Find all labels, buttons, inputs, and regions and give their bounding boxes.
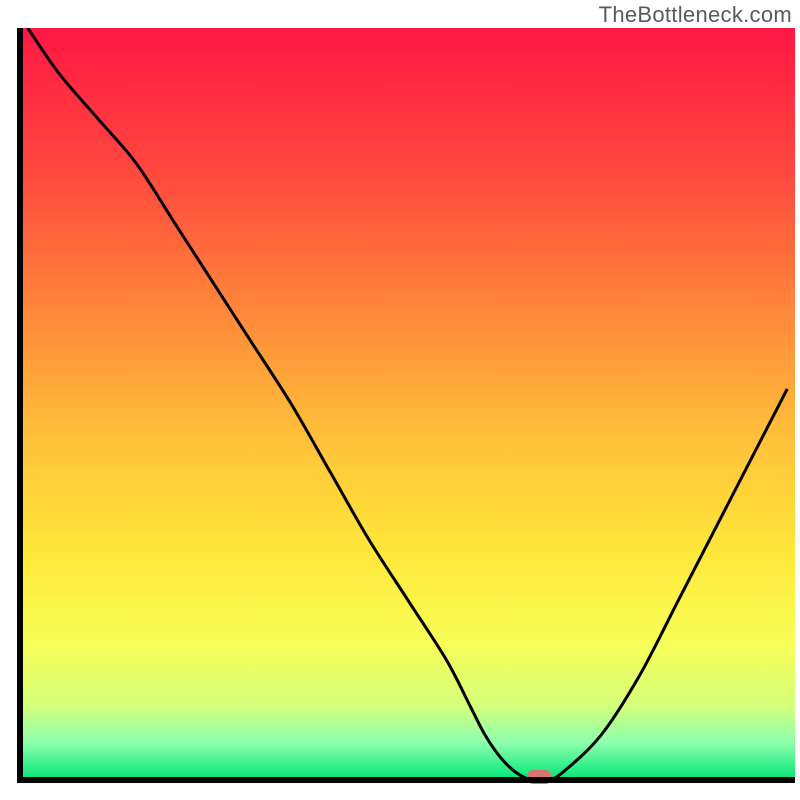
watermark-label: TheBottleneck.com — [599, 2, 792, 28]
chart-container: TheBottleneck.com — [0, 0, 800, 800]
bottleneck-chart — [0, 0, 800, 800]
gradient-background — [20, 28, 795, 780]
